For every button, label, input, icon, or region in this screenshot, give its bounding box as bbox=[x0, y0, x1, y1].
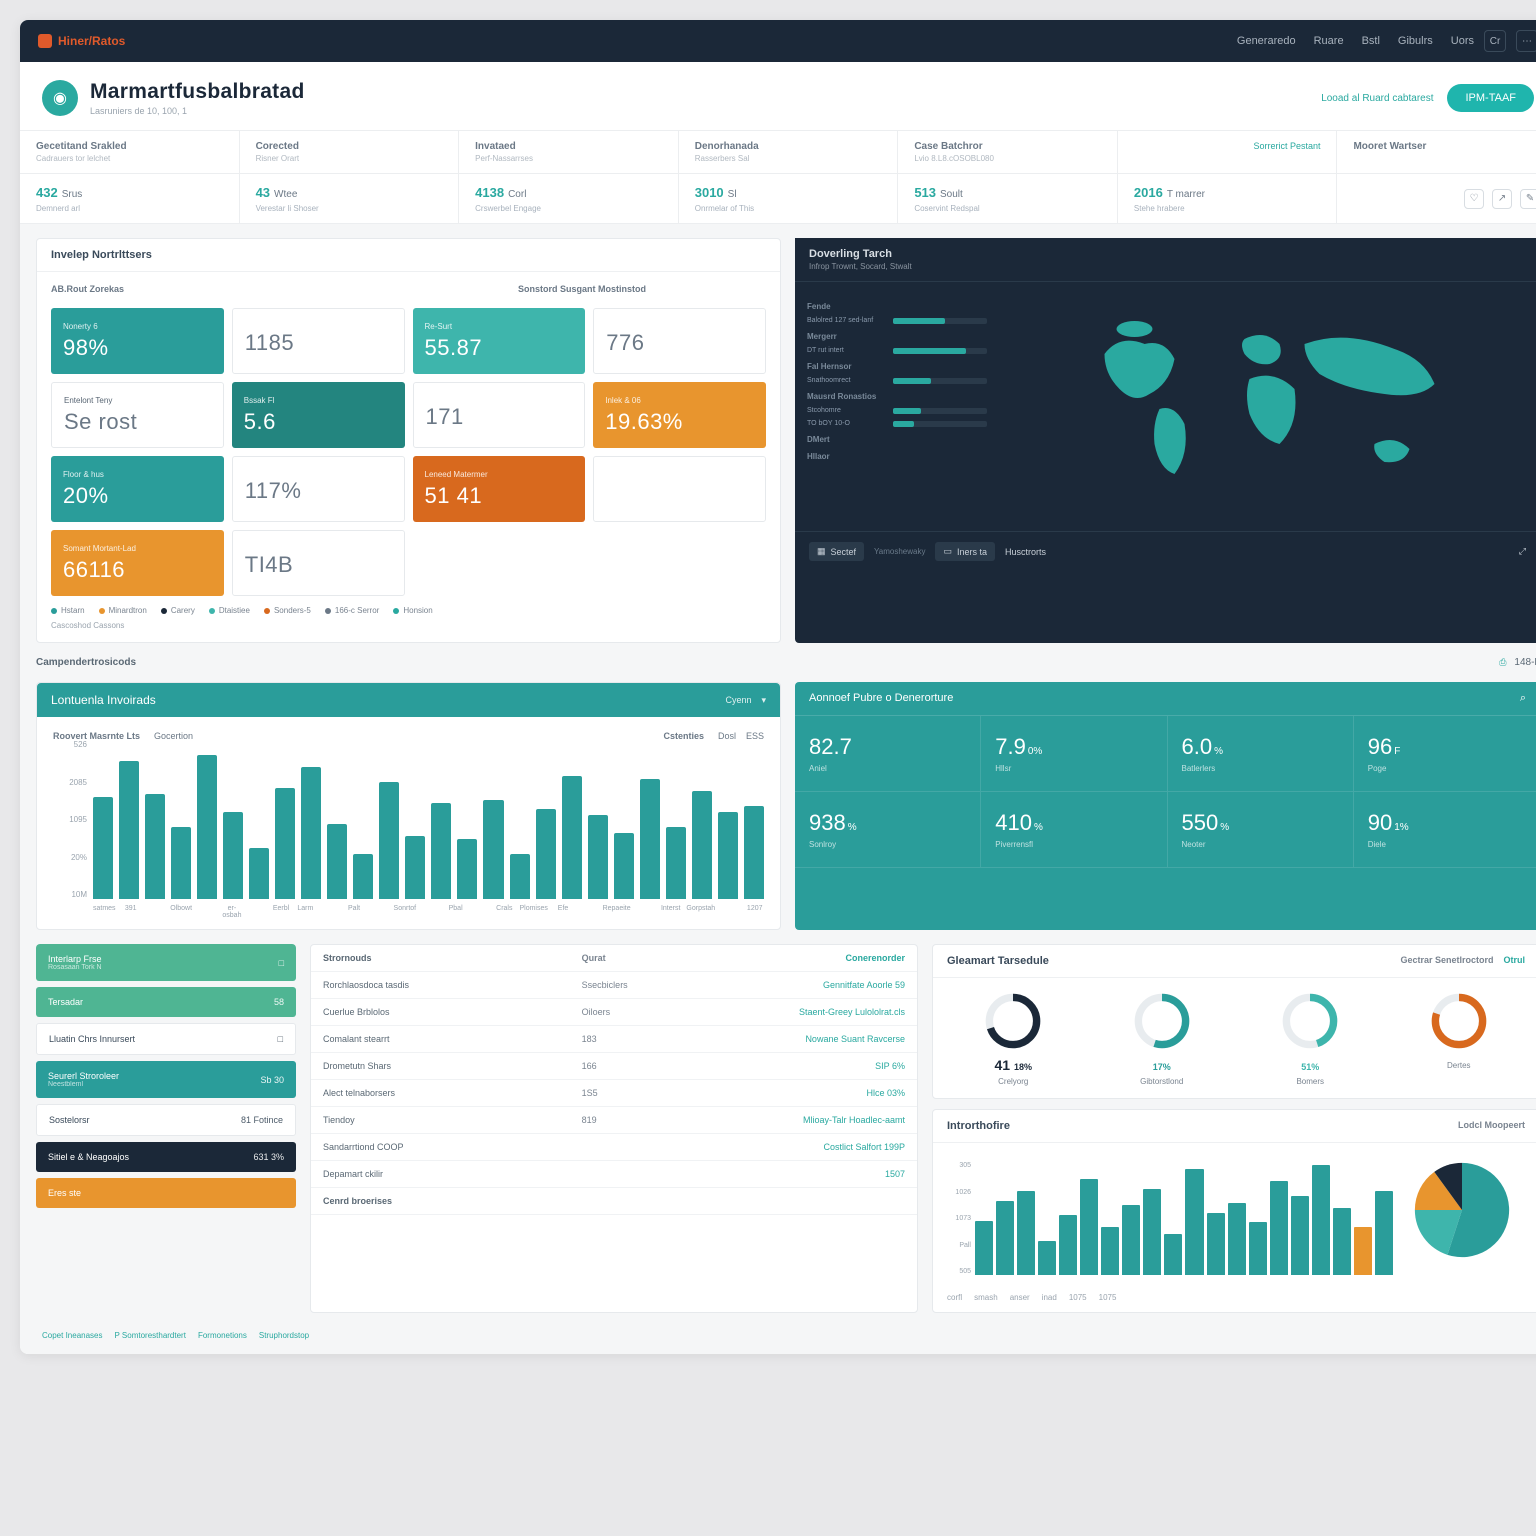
share-icon[interactable]: ↗ bbox=[1492, 189, 1512, 209]
table-row[interactable]: Tiendoy819Mlioay-Talr Hoadlec-aamt bbox=[311, 1107, 917, 1134]
page-header: ◉ Marmartfusbalbratad Lasruniers de 10, … bbox=[20, 62, 1536, 131]
big-number-cell: 96FPoge bbox=[1354, 716, 1536, 792]
brand-name: Hiner/Ratos bbox=[58, 34, 125, 48]
kpi-row: 432SrusDemnerd arl 43WteeVerestar li Sho… bbox=[20, 174, 1536, 224]
bar-chart-panel: Lontuenla Invoirads Cyenn ▾ Roovert Masr… bbox=[36, 682, 781, 930]
wrench-icon[interactable]: ✎ bbox=[1520, 189, 1536, 209]
stat-label: Gecetitand Srakled bbox=[36, 141, 223, 152]
list-item[interactable]: Lluatin Chrs Innursert□ bbox=[36, 1023, 296, 1055]
topnav-icon-b[interactable]: ⋯ bbox=[1516, 30, 1536, 52]
metric-tile[interactable]: 117% bbox=[232, 456, 405, 522]
mini-pie-chart bbox=[1407, 1155, 1527, 1275]
metric-tile[interactable]: Nonerty 698% bbox=[51, 308, 224, 374]
metric-tile[interactable]: Floor & hus20% bbox=[51, 456, 224, 522]
world-title: Doverling Tarch bbox=[809, 248, 892, 260]
top-nav: Hiner/Ratos Generaredo Ruare Bstl Gibulr… bbox=[20, 20, 1536, 62]
table-row[interactable]: Drometutn Shars166SIP 6% bbox=[311, 1053, 917, 1080]
nav-link-3[interactable]: Gibulrs bbox=[1398, 35, 1433, 47]
big-number-panel: Aonnoef Pubre o Denerorture⌕ 82.7Aniel7.… bbox=[795, 682, 1536, 930]
world-panel: Doverling Tarch Infrop Trownt, Socard, S… bbox=[795, 238, 1536, 643]
filter-icon[interactable]: ▾ bbox=[761, 695, 766, 706]
data-table-panel: StrornoudsQuratConerenorder Rorchlaosdoc… bbox=[310, 944, 918, 1313]
status-list: Interlarp FrseRosasaan Tork N□ Tersadar58… bbox=[36, 944, 296, 1313]
nav-link-0[interactable]: Generaredo bbox=[1237, 35, 1296, 47]
mini-bar-chart: 505Pall10731026305 bbox=[945, 1155, 1393, 1275]
list-item[interactable]: Sitiel e & Neagoajos631 3% bbox=[36, 1142, 296, 1172]
table-row[interactable]: Rorchlaosdoca tasdisSsecbiclersGennitfat… bbox=[311, 972, 917, 999]
brand-logo-icon bbox=[38, 34, 52, 48]
nav-link-4[interactable]: Uors bbox=[1451, 35, 1474, 47]
page-title: Marmartfusbalbratad bbox=[90, 80, 305, 104]
world-map[interactable] bbox=[1001, 294, 1528, 519]
donut: 17%Gibtorstlond bbox=[1094, 990, 1231, 1086]
metric-tiles: Nonerty 698%1185Re-Surt55.87776 Entelont … bbox=[51, 308, 766, 596]
nav-link-2[interactable]: Bstl bbox=[1362, 35, 1380, 47]
metric-tile[interactable]: Somant Mortant-Lad66116 bbox=[51, 530, 224, 596]
big-number-cell: 938%Sonlroy bbox=[795, 792, 981, 868]
nav-link-1[interactable]: Ruare bbox=[1314, 35, 1344, 47]
metric-tile[interactable]: Leneed Matermer51 41 bbox=[413, 456, 586, 522]
metric-tile[interactable]: Entelont TenySe rost bbox=[51, 382, 224, 448]
metric-tile[interactable]: Re-Surt55.87 bbox=[413, 308, 586, 374]
search-icon[interactable]: ⌕ bbox=[1520, 692, 1526, 705]
header-link[interactable]: Looad al Ruard cabtarest bbox=[1321, 93, 1433, 104]
bar-chart: 10M20%10952085526 bbox=[53, 749, 764, 899]
big-number-cell: 7.90%Hllsr bbox=[981, 716, 1167, 792]
metric-tile[interactable]: Inlek & 0619.63% bbox=[593, 382, 766, 448]
metric-tile[interactable]: 171 bbox=[413, 382, 586, 448]
big-number-cell: 410%Piverrensfl bbox=[981, 792, 1167, 868]
donut: 51%Bomers bbox=[1242, 990, 1379, 1086]
world-foot-chip[interactable]: ▦ Sectef bbox=[809, 542, 864, 561]
big-number-cell: 901%Diele bbox=[1354, 792, 1536, 868]
big-number-cell: 82.7Aniel bbox=[795, 716, 981, 792]
expand-icon[interactable]: ⤢ bbox=[1519, 546, 1526, 557]
table-row[interactable]: Sandarrtiond COOPCostlict Salfort 199P bbox=[311, 1134, 917, 1161]
donut: Dertes bbox=[1391, 990, 1528, 1086]
table-row[interactable]: Comalant stearrt183Nowane Suant Ravcerse bbox=[311, 1026, 917, 1053]
metrics-title: Invelep Nortrlttsers bbox=[37, 239, 780, 272]
brand[interactable]: Hiner/Ratos bbox=[38, 34, 125, 48]
metric-legend: HstarnMinardtronCareryDtaistieeSonders-5… bbox=[51, 606, 766, 615]
metric-tile[interactable]: Bssak Fl5.6 bbox=[232, 382, 405, 448]
world-categories: FendeBalolred 127 sed-lanfMergerrDT rut … bbox=[807, 294, 987, 519]
table-row[interactable]: Alect telnaborsers1S5Hlce 03% bbox=[311, 1080, 917, 1107]
big-number-cell: 6.0%Batlerlers bbox=[1168, 716, 1354, 792]
metric-tile[interactable]: TI4B bbox=[232, 530, 405, 596]
metrics-panel: Invelep Nortrlttsers AB.Rout Zorekas Son… bbox=[36, 238, 781, 643]
primary-cta-button[interactable]: IPM-TAAF bbox=[1447, 84, 1534, 112]
mini-chart-panel: IntrorthofireLodcl Moopeert 505Pall10731… bbox=[932, 1109, 1536, 1313]
table-row[interactable]: Depamart ckilir1507 bbox=[311, 1161, 917, 1188]
donut: 41 18%Crelyorg bbox=[945, 990, 1082, 1086]
list-item[interactable]: Tersadar58 bbox=[36, 987, 296, 1017]
heart-icon[interactable]: ♡ bbox=[1464, 189, 1484, 209]
table-row[interactable]: Cuerlue BrblolosOiloersStaent-Greey Lulo… bbox=[311, 999, 917, 1026]
metric-tile[interactable] bbox=[593, 456, 766, 522]
page-subtitle: Lasruniers de 10, 100, 1 bbox=[90, 106, 305, 116]
big-number-cell: 550%Neoter bbox=[1168, 792, 1354, 868]
list-item[interactable]: Sostelorsr81 Fotince bbox=[36, 1104, 296, 1136]
stats-bar: Gecetitand SrakledCadrauers tor lelchet … bbox=[20, 131, 1536, 174]
metric-tile[interactable]: 776 bbox=[593, 308, 766, 374]
topnav-icon-a[interactable]: Cr bbox=[1484, 30, 1506, 52]
metric-tile[interactable]: 1185 bbox=[232, 308, 405, 374]
stats-link[interactable]: Sorrerict Pestant bbox=[1253, 141, 1320, 151]
bar-hd-title: Lontuenla Invoirads bbox=[51, 693, 156, 707]
avatar-icon[interactable]: ◉ bbox=[42, 80, 78, 116]
list-item[interactable]: Interlarp FrseRosasaan Tork N□ bbox=[36, 944, 296, 981]
list-item[interactable]: Seurerl StroroleerNeestblemlSb 30 bbox=[36, 1061, 296, 1098]
donuts-panel: Gleamart TarseduleGectrar SenetlroctordO… bbox=[932, 944, 1536, 1099]
list-item[interactable]: Eres ste bbox=[36, 1178, 296, 1208]
